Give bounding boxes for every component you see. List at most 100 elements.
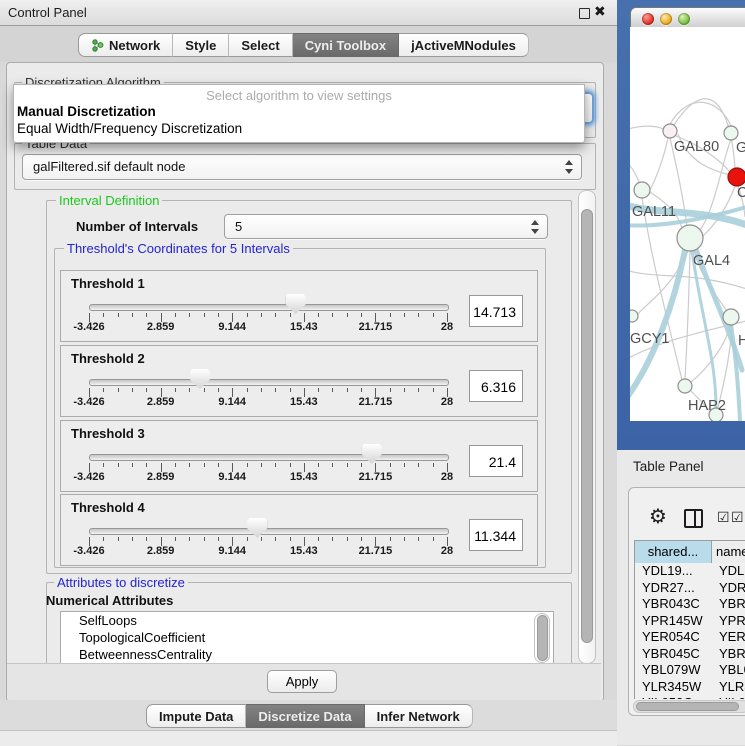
scale-label: 9.144 xyxy=(208,471,256,483)
scale-label: -3.426 xyxy=(65,321,113,333)
node-gal80[interactable] xyxy=(663,124,677,138)
scale-label: 2.859 xyxy=(137,471,185,483)
tab-impute-data[interactable]: Impute Data xyxy=(146,704,246,728)
network-canvas[interactable]: GAL80GACGAL11GAL4GCY1HHAP2 xyxy=(630,27,745,421)
table-row[interactable]: YLR345WYLR3 xyxy=(635,679,745,695)
table-row[interactable]: YBL079WYBL0 xyxy=(635,662,745,678)
threshold-value-field[interactable]: 21.4 xyxy=(469,445,523,477)
tab-infer-network[interactable]: Infer Network xyxy=(365,704,473,728)
network-icon xyxy=(91,38,104,52)
table-row[interactable]: YER054CYER0 xyxy=(635,629,745,645)
slider-track[interactable] xyxy=(89,304,449,311)
slider-thumb[interactable] xyxy=(286,294,306,314)
slider-thumb[interactable] xyxy=(190,369,210,389)
node-red[interactable] xyxy=(728,168,745,186)
table-header-row: shared...name xyxy=(635,541,745,563)
scale-label: 21.715 xyxy=(351,321,399,333)
control-panel-titlebar: Control Panel ✖ xyxy=(0,0,617,26)
threshold-value-field[interactable]: 6.316 xyxy=(469,370,523,402)
algorithm-option-equal-width-frequency-discretization[interactable]: Equal Width/Frequency Discretization xyxy=(17,121,242,136)
settings-scroll-area: Interval Definition Number of Intervals … xyxy=(12,190,578,663)
cell-shared-name: YER054C xyxy=(642,629,700,644)
network-window-titlebar[interactable] xyxy=(630,7,745,29)
node-right-h[interactable] xyxy=(723,309,739,325)
threshold-value-field[interactable]: 11.344 xyxy=(469,519,523,551)
node-label-gal80: GAL80 xyxy=(674,139,719,155)
float-window-icon[interactable] xyxy=(579,8,590,19)
threshold-label: Threshold 2 xyxy=(71,351,145,366)
network-edge[interactable] xyxy=(670,102,731,126)
close-traffic-light[interactable] xyxy=(642,13,654,25)
gear-icon[interactable]: ⚙ xyxy=(649,508,667,528)
network-edge[interactable] xyxy=(650,138,668,190)
threshold-label: Threshold 4 xyxy=(71,500,145,515)
table-row[interactable]: YPR145WYPR1 xyxy=(635,613,745,629)
thresholds-title: Threshold's Coordinates for 5 Intervals xyxy=(64,241,293,256)
threshold-value-field[interactable]: 14.713 xyxy=(469,295,523,327)
node-hap2[interactable] xyxy=(678,379,692,393)
tab-label: jActiveMNodules xyxy=(411,38,516,53)
table-row[interactable]: YIL052CYIL0 xyxy=(635,695,745,699)
close-icon[interactable]: ✖ xyxy=(594,3,606,20)
slider-track[interactable] xyxy=(89,379,449,386)
network-edge[interactable] xyxy=(685,251,690,379)
table-data-combobox[interactable]: galFiltered.sif default node xyxy=(22,154,582,180)
attribute-item-topologicalcoefficient[interactable]: TopologicalCoefficient xyxy=(61,629,553,646)
tab-label: Network xyxy=(109,38,160,53)
node-gal4[interactable] xyxy=(677,225,703,251)
network-edge[interactable] xyxy=(630,160,640,184)
threshold-label: Threshold 3 xyxy=(71,426,145,441)
table-hscrollbar[interactable] xyxy=(633,700,745,713)
network-edge[interactable] xyxy=(630,126,663,130)
network-edge[interactable] xyxy=(630,270,745,290)
tab-label: Select xyxy=(241,38,279,53)
cell-name: YPR1 xyxy=(719,613,745,628)
node-table: shared...nameYDL19...YDL1YDR27...YDR2YBR… xyxy=(634,540,745,699)
scale-label: 21.715 xyxy=(351,545,399,557)
checkbox-icon[interactable]: ☑ xyxy=(731,509,744,526)
tab-jactivemnodules[interactable]: jActiveMNodules xyxy=(399,33,529,57)
tab-discretize-data[interactable]: Discretize Data xyxy=(246,704,364,728)
column-header-shared[interactable]: shared... xyxy=(635,541,712,563)
checkbox-icon[interactable]: ☑ xyxy=(717,509,730,526)
slider-thumb[interactable] xyxy=(247,518,267,538)
node-top-right[interactable] xyxy=(724,126,738,140)
panel-scrollbar[interactable] xyxy=(578,190,596,664)
algorithm-option-manual-discretization[interactable]: Manual Discretization xyxy=(17,104,156,119)
slider-track[interactable] xyxy=(89,528,449,535)
split-columns-icon[interactable] xyxy=(684,509,703,528)
node-gal11[interactable] xyxy=(634,182,650,198)
cell-name: YLR3 xyxy=(719,679,745,694)
tab-label: Style xyxy=(185,38,216,53)
table-row[interactable]: YBR043CYBR0 xyxy=(635,596,745,612)
table-row[interactable]: YDL19...YDL1 xyxy=(635,563,745,579)
attribute-item-betweennesscentrality[interactable]: BetweennessCentrality xyxy=(61,646,553,663)
threshold-row: Threshold 1-3.4262.8599.14415.4321.71528… xyxy=(60,270,538,342)
scale-label: 28 xyxy=(423,321,471,333)
apply-button[interactable]: Apply xyxy=(267,670,337,693)
tab-network[interactable]: Network xyxy=(78,33,173,57)
scale-label: 28 xyxy=(423,545,471,557)
slider-thumb[interactable] xyxy=(362,444,382,464)
tab-label: Cyni Toolbox xyxy=(305,38,386,53)
node-label-gcy1: GCY1 xyxy=(630,331,670,347)
node-gcy1[interactable] xyxy=(630,310,638,322)
bottom-strip xyxy=(0,730,617,746)
table-row[interactable]: YDR27...YDR2 xyxy=(635,580,745,596)
tab-cyni-toolbox[interactable]: Cyni Toolbox xyxy=(293,33,399,57)
scale-label: -3.426 xyxy=(65,545,113,557)
column-header-name[interactable]: name xyxy=(712,541,745,563)
tab-label: Discretize Data xyxy=(258,709,351,724)
zoom-traffic-light[interactable] xyxy=(678,13,690,25)
attribute-item-selfloops[interactable]: SelfLoops xyxy=(61,612,553,629)
slider-track[interactable] xyxy=(89,454,449,461)
table-row[interactable]: YBR045CYBR0 xyxy=(635,646,745,662)
top-tabs: Network Style Select Cyni Toolbox jActiveMNo… xyxy=(78,33,529,57)
tab-select[interactable]: Select xyxy=(229,33,292,57)
numerical-attributes-label: Numerical Attributes xyxy=(46,593,173,608)
minimize-traffic-light[interactable] xyxy=(660,13,672,25)
cell-name: YBR0 xyxy=(719,646,745,661)
number-of-intervals-combobox[interactable]: 5 xyxy=(224,214,548,239)
tab-style[interactable]: Style xyxy=(173,33,229,57)
attributes-list-scrollbar[interactable] xyxy=(534,613,550,663)
